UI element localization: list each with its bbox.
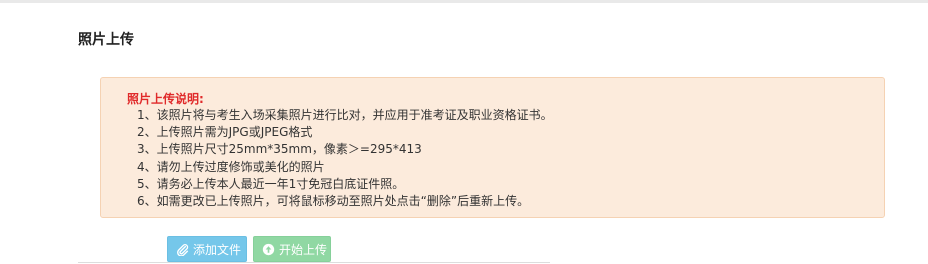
instructions-title: 照片上传说明:	[127, 92, 204, 106]
upload-instructions-panel: 照片上传说明: 1、该照片将与考生入场采集照片进行比对，并应用于准考证及职业资格…	[100, 77, 885, 218]
upload-circle-icon	[262, 243, 275, 256]
add-file-button[interactable]: 添加文件	[167, 236, 247, 262]
instruction-item: 4、请勿上传过度修饰或美化的照片	[137, 159, 325, 174]
instruction-item: 2、上传照片需为JPG或JPEG格式	[137, 125, 313, 140]
paperclip-icon	[176, 243, 189, 256]
instructions-list: 1、该照片将与考生入场采集照片进行比对，并应用于准考证及职业资格证书。 2、上传…	[137, 107, 553, 210]
top-divider	[0, 0, 928, 3]
start-upload-label: 开始上传	[279, 242, 328, 257]
instruction-item: 5、请务必上传本人最近一年1寸免冠白底证件照。	[137, 176, 405, 191]
bottom-divider	[78, 262, 550, 263]
start-upload-button[interactable]: 开始上传	[253, 236, 331, 262]
page-title: 照片上传	[78, 32, 134, 48]
add-file-label: 添加文件	[193, 242, 242, 257]
instruction-item: 6、如需更改已上传照片，可将鼠标移动至照片处点击“删除”后重新上传。	[137, 194, 530, 209]
instruction-item: 1、该照片将与考生入场采集照片进行比对，并应用于准考证及职业资格证书。	[137, 108, 553, 122]
instruction-item: 3、上传照片尺寸25mm*35mm，像素＞=295*413	[137, 142, 422, 157]
